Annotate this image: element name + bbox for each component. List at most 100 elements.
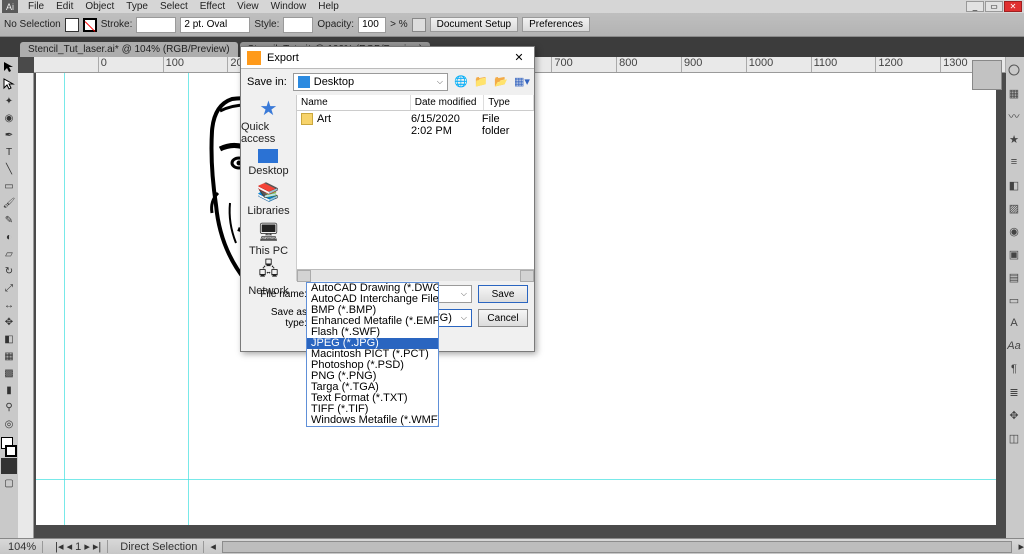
menu-object[interactable]: Object [79, 1, 120, 12]
fill-swatch[interactable] [65, 18, 79, 32]
dialog-titlebar[interactable]: Export ✕ [241, 47, 534, 69]
file-row[interactable]: Art 6/15/2020 2:02 PM File folder [297, 111, 534, 139]
place-desktop[interactable]: Desktop [248, 149, 288, 177]
save-button[interactable]: Save [478, 285, 528, 303]
screen-mode-icon[interactable]: ▢ [1, 475, 17, 491]
file-list-scrollbar[interactable] [297, 269, 534, 281]
panel-transparency-icon[interactable]: ▨ [1006, 197, 1022, 219]
menu-effect[interactable]: Effect [194, 1, 231, 12]
up-level-icon[interactable]: 📁 [474, 75, 488, 89]
gradient-tool-icon[interactable]: ▮ [1, 382, 17, 398]
tab-document-1[interactable]: Stencil_Tut_laser.ai* @ 104% (RGB/Previe… [20, 42, 238, 57]
view-menu-icon[interactable]: ▦▾ [514, 75, 528, 89]
line-tool-icon[interactable]: ╲ [1, 161, 17, 177]
dropdown-option[interactable]: BMP (*.BMP) [307, 305, 438, 316]
panel-layers-icon[interactable]: ▤ [1006, 266, 1022, 288]
eraser-tool-icon[interactable]: ▱ [1, 246, 17, 262]
align-icon[interactable] [412, 18, 426, 32]
zoom-level[interactable]: 104% [2, 541, 43, 553]
panel-opentype-icon[interactable]: Aa [1006, 335, 1022, 357]
rectangle-tool-icon[interactable]: ▭ [1, 178, 17, 194]
maximize-button[interactable]: ▭ [985, 1, 1003, 12]
dropdown-option[interactable]: TIFF (*.TIF) [307, 404, 438, 415]
direct-selection-tool-icon[interactable] [1, 76, 17, 92]
panel-color-icon[interactable] [1006, 59, 1022, 81]
blob-brush-tool-icon[interactable]: ◐ [1, 229, 17, 245]
panel-symbols-icon[interactable]: ★ [1006, 128, 1022, 150]
paintbrush-tool-icon[interactable]: 🖌 [1, 195, 17, 211]
dropdown-option[interactable]: AutoCAD Interchange File (*.DXF) [307, 294, 438, 305]
panel-graphic-styles-icon[interactable]: ▣ [1006, 243, 1022, 265]
place-libraries[interactable]: 📚Libraries [247, 181, 289, 217]
panel-appearance-icon[interactable]: ◉ [1006, 220, 1022, 242]
dropdown-option[interactable]: JPEG (*.JPG) [307, 338, 438, 349]
selection-tool-icon[interactable] [1, 59, 17, 75]
magic-wand-tool-icon[interactable]: ✦ [1, 93, 17, 109]
minimize-button[interactable]: _ [966, 1, 984, 12]
dropdown-option[interactable]: Flash (*.SWF) [307, 327, 438, 338]
artboard-nav[interactable]: |◂ ◂ 1 ▸ ▸| [49, 540, 108, 553]
type-tool-icon[interactable]: T [1, 144, 17, 160]
save-in-combo[interactable]: Desktop ⌵ [293, 73, 448, 91]
place-this-pc[interactable]: 🖥This PC [249, 221, 288, 257]
panel-transform-icon[interactable]: ✥ [1006, 404, 1022, 426]
stroke-value-field[interactable] [136, 17, 176, 33]
dropdown-option[interactable]: Macintosh PICT (*.PCT) [307, 349, 438, 360]
place-quick-access[interactable]: ★Quick access [241, 97, 296, 145]
panel-brushes-icon[interactable]: 〰 [1006, 105, 1022, 127]
free-transform-tool-icon[interactable]: ✥ [1, 314, 17, 330]
rotate-tool-icon[interactable]: ↻ [1, 263, 17, 279]
panel-gradient-icon[interactable]: ◧ [1006, 174, 1022, 196]
shape-builder-tool-icon[interactable]: ◧ [1, 331, 17, 347]
style-combo[interactable] [283, 17, 313, 33]
file-list-header[interactable]: Name Date modified Type [297, 95, 534, 111]
dropdown-option[interactable]: Windows Metafile (*.WMF) [307, 415, 438, 426]
scale-tool-icon[interactable]: ⤢ [1, 280, 17, 296]
menu-type[interactable]: Type [120, 1, 154, 12]
document-setup-button[interactable]: Document Setup [430, 17, 519, 32]
file-list[interactable]: Name Date modified Type Art 6/15/2020 2:… [296, 95, 534, 281]
dropdown-option[interactable]: Text Format (*.TXT) [307, 393, 438, 404]
panel-stroke-icon[interactable]: ≡ [1006, 151, 1022, 173]
new-folder-icon[interactable]: 📂 [494, 75, 508, 89]
opacity-field[interactable]: 100 [358, 17, 386, 33]
dialog-close-button[interactable]: ✕ [510, 51, 528, 64]
menu-view[interactable]: View [231, 1, 265, 12]
dropdown-option[interactable]: PNG (*.PNG) [307, 371, 438, 382]
panel-character-icon[interactable]: A [1006, 312, 1022, 334]
pen-tool-icon[interactable]: ✒ [1, 127, 17, 143]
eyedropper-tool-icon[interactable]: ⚲ [1, 399, 17, 415]
blend-tool-icon[interactable]: ◎ [1, 416, 17, 432]
color-mode-icon[interactable] [1, 458, 17, 474]
back-icon[interactable]: 🌐 [454, 75, 468, 89]
panel-align-icon[interactable]: ≣ [1006, 381, 1022, 403]
panel-paragraph-icon[interactable]: ¶ [1006, 358, 1022, 380]
cancel-button[interactable]: Cancel [478, 309, 528, 327]
dropdown-option[interactable]: Enhanced Metafile (*.EMF) [307, 316, 438, 327]
mesh-tool-icon[interactable]: ▩ [1, 365, 17, 381]
menu-help[interactable]: Help [312, 1, 345, 12]
lasso-tool-icon[interactable]: ◉ [1, 110, 17, 126]
perspective-tool-icon[interactable]: ▦ [1, 348, 17, 364]
preferences-button[interactable]: Preferences [522, 17, 590, 32]
save-as-type-dropdown[interactable]: AutoCAD Drawing (*.DWG)AutoCAD Interchan… [306, 282, 439, 427]
dropdown-option[interactable]: Targa (*.TGA) [307, 382, 438, 393]
scroll-right-icon[interactable]: ▸ [1018, 540, 1024, 553]
menu-window[interactable]: Window [265, 1, 313, 12]
width-tool-icon[interactable]: ↔ [1, 297, 17, 313]
panel-artboards-icon[interactable]: ▭ [1006, 289, 1022, 311]
horizontal-scrollbar[interactable] [222, 541, 1013, 553]
fill-stroke-control[interactable] [1, 437, 17, 457]
close-button[interactable]: ✕ [1004, 1, 1022, 12]
panel-pathfinder-icon[interactable]: ◫ [1006, 427, 1022, 449]
panel-swatches-icon[interactable]: ▦ [1006, 82, 1022, 104]
stroke-weight-combo[interactable]: 2 pt. Oval [180, 17, 250, 33]
menu-file[interactable]: File [22, 1, 50, 12]
dropdown-option[interactable]: AutoCAD Drawing (*.DWG) [307, 283, 438, 294]
menu-edit[interactable]: Edit [50, 1, 79, 12]
menu-select[interactable]: Select [154, 1, 194, 12]
scroll-left-icon[interactable]: ◂ [210, 540, 216, 553]
pencil-tool-icon[interactable]: ✎ [1, 212, 17, 228]
navigator-popup[interactable] [972, 60, 1002, 90]
dropdown-option[interactable]: Photoshop (*.PSD) [307, 360, 438, 371]
